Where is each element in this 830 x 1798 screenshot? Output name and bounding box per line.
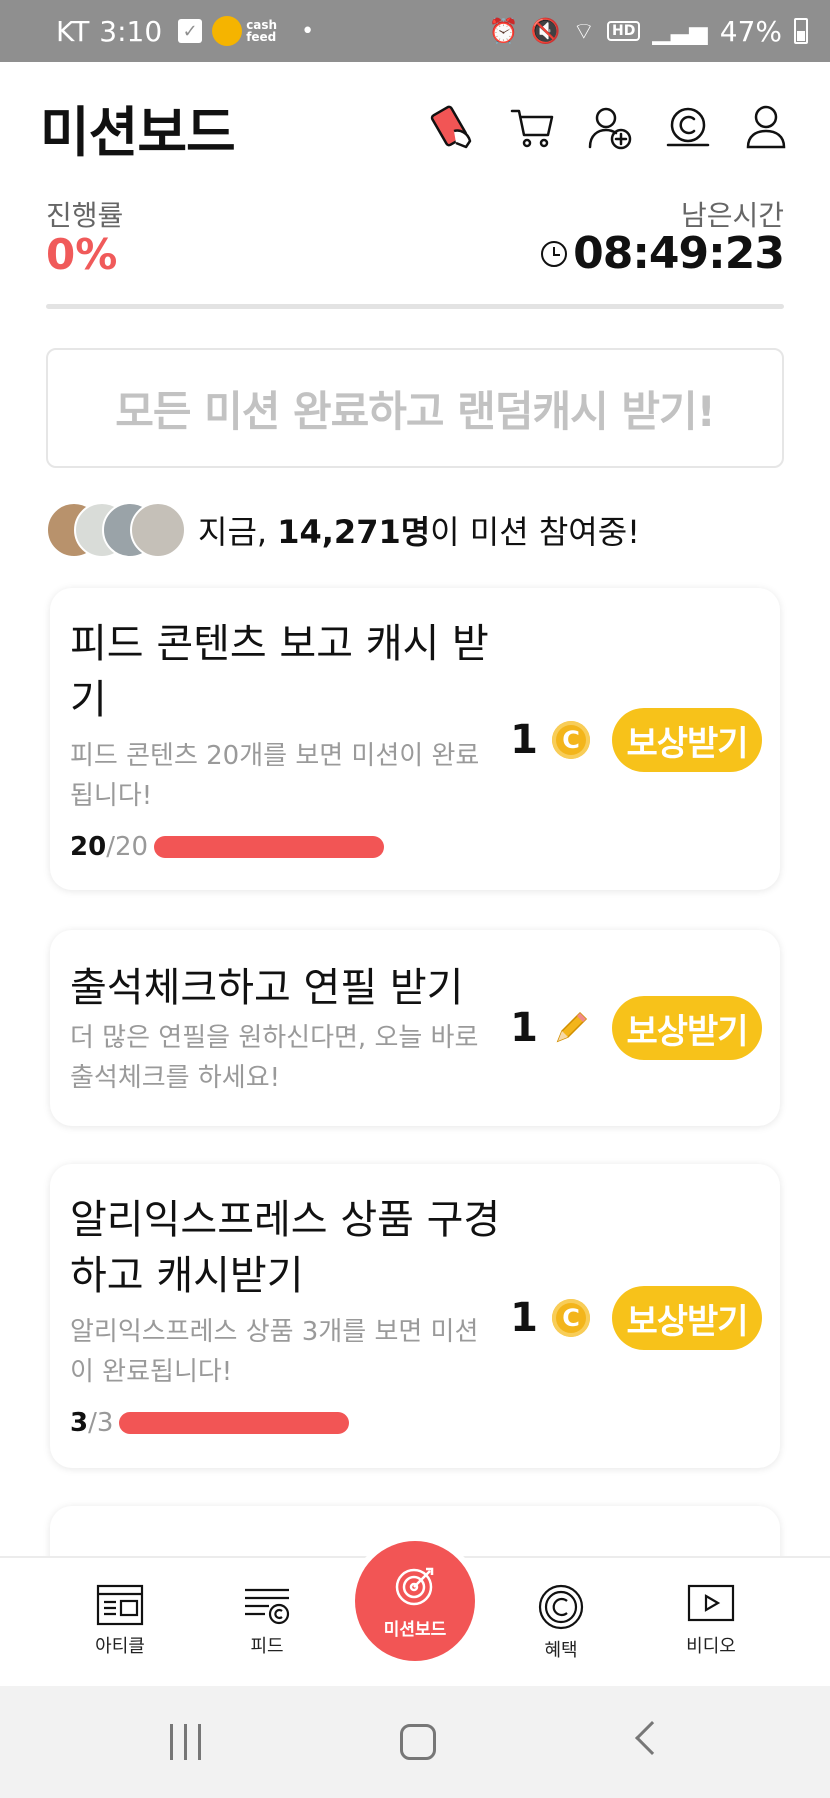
pencil-icon	[556, 1011, 588, 1043]
app-header: 미션보드	[0, 62, 830, 192]
mission-card: 출석체크하고 연필 받기 더 많은 연필을 원하신다면, 오늘 바로 출석체크를…	[50, 930, 780, 1126]
mission-title: 출석체크하고 연필 받기	[70, 965, 464, 1011]
banner-text: 모든 미션 완료하고 랜덤캐시 받기!	[115, 386, 716, 436]
alarm-icon: ⏰	[488, 17, 519, 45]
claim-reward-button[interactable]: 보상받기	[612, 708, 762, 772]
nav-benefit[interactable]: 혜택	[511, 1584, 611, 1662]
progress-bar	[119, 1412, 350, 1434]
mission-description: 피드 콘텐츠 20개를 보면 미션이 완료됩니다!	[70, 741, 480, 811]
reward-group: 1 보상받기	[510, 996, 762, 1060]
mission-progress: 3/3	[70, 1408, 350, 1438]
clock-time: 3:10	[99, 14, 163, 48]
mission-card: 피드 콘텐츠 보고 캐시 받기 피드 콘텐츠 20개를 보면 미션이 완료됩니다…	[50, 588, 780, 890]
carrier: KT	[56, 14, 90, 48]
page-title: 미션보드	[40, 100, 236, 164]
clock-icon	[541, 240, 568, 267]
nav-video[interactable]: 비디오	[661, 1584, 761, 1658]
feed-icon	[245, 1588, 290, 1625]
progress-label: 진행률	[46, 199, 124, 232]
back-button[interactable]	[635, 1721, 669, 1755]
avatar-group	[46, 502, 186, 558]
nav-missionboard[interactable]: 미션보드	[355, 1541, 475, 1661]
bottom-navigation: 아티클 피드 미션보드 혜택 비디오	[0, 1541, 830, 1686]
mission-done-count: 3	[70, 1408, 89, 1438]
divider	[46, 304, 784, 309]
reward-group: 1 C 보상받기	[510, 708, 762, 772]
nav-article[interactable]: 아티클	[70, 1584, 170, 1658]
checkbox-notification-icon: ✓	[178, 19, 203, 43]
nav-feed[interactable]: 피드	[217, 1584, 317, 1658]
nav-missionboard-label: 미션보드	[383, 1619, 447, 1640]
complete-all-banner[interactable]: 모든 미션 완료하고 랜덤캐시 받기!	[46, 348, 784, 468]
mission-total-count: /20	[106, 832, 149, 862]
nav-benefit-label: 혜택	[544, 1640, 578, 1661]
participants-count: 14,271명	[277, 513, 431, 551]
claim-reward-button[interactable]: 보상받기	[612, 1286, 762, 1350]
mission-card: 알리익스프레스 상품 구경하고 캐시받기 알리익스프레스 상품 3개를 보면 미…	[50, 1164, 780, 1468]
mission-title: 알리익스프레스 상품 구경하고 캐시받기	[70, 1197, 501, 1299]
participants-text: 지금, 14,271명이 미션 참여중!	[198, 513, 640, 551]
battery-percent: 47%	[719, 14, 782, 48]
nav-feed-label: 피드	[250, 1636, 284, 1657]
benefit-coin-icon	[538, 1584, 584, 1630]
mission-description: 알리익스프레스 상품 3개를 보면 미션이 완료됩니다!	[70, 1317, 479, 1387]
hd-voice-icon: HD	[607, 21, 641, 41]
wifi-icon: ⌔	[572, 17, 596, 45]
add-friend-icon[interactable]	[586, 103, 634, 151]
system-navigation-bar	[0, 1686, 830, 1798]
cashfeed-notification-icon: cash feed	[212, 16, 277, 46]
participants-row: 지금, 14,271명이 미션 참여중!	[46, 498, 640, 562]
mission-progress: 20/20	[70, 832, 385, 862]
reward-group: 1 C 보상받기	[510, 1286, 762, 1350]
cash-coin-icon[interactable]	[664, 103, 712, 151]
mute-icon: 🔇	[530, 17, 561, 45]
target-icon	[395, 1567, 434, 1605]
avatar	[130, 502, 186, 558]
phone-hand-icon[interactable]	[430, 103, 478, 151]
status-bar: KT 3:10 ✓ cash feed • ⏰ 🔇 ⌔ HD ▁▃▅ 47%	[0, 0, 830, 62]
notification-dot: •	[301, 18, 315, 44]
signal-icon: ▁▃▅	[652, 17, 708, 45]
battery-icon	[794, 18, 808, 44]
mission-title: 피드 콘텐츠 보고 캐시 받기	[70, 621, 489, 723]
mission-description: 더 많은 연필을 원하신다면, 오늘 바로 출석체크를 하세요!	[70, 1023, 479, 1093]
profile-icon[interactable]	[742, 103, 790, 151]
cart-icon[interactable]	[508, 103, 556, 151]
reward-amount: 1	[510, 1005, 538, 1051]
nav-article-label: 아티클	[95, 1636, 145, 1657]
reward-amount: 1	[510, 717, 538, 763]
progress-value: 0%	[46, 230, 118, 279]
remaining-time-value: 08:49:23	[573, 228, 785, 279]
reward-amount: 1	[510, 1295, 538, 1341]
recent-apps-button[interactable]	[170, 1724, 201, 1760]
coin-icon: C	[552, 1299, 590, 1337]
mission-total-count: /3	[88, 1408, 114, 1438]
progress-section: 진행률 0% 남은시간 08:49:23	[46, 192, 785, 288]
home-button[interactable]	[400, 1724, 436, 1760]
coin-icon: C	[552, 721, 590, 759]
mission-done-count: 20	[70, 832, 107, 862]
progress-bar	[154, 836, 385, 858]
video-play-icon	[687, 1584, 735, 1622]
nav-video-label: 비디오	[686, 1636, 736, 1657]
claim-reward-button[interactable]: 보상받기	[612, 996, 762, 1060]
article-icon	[96, 1584, 144, 1626]
